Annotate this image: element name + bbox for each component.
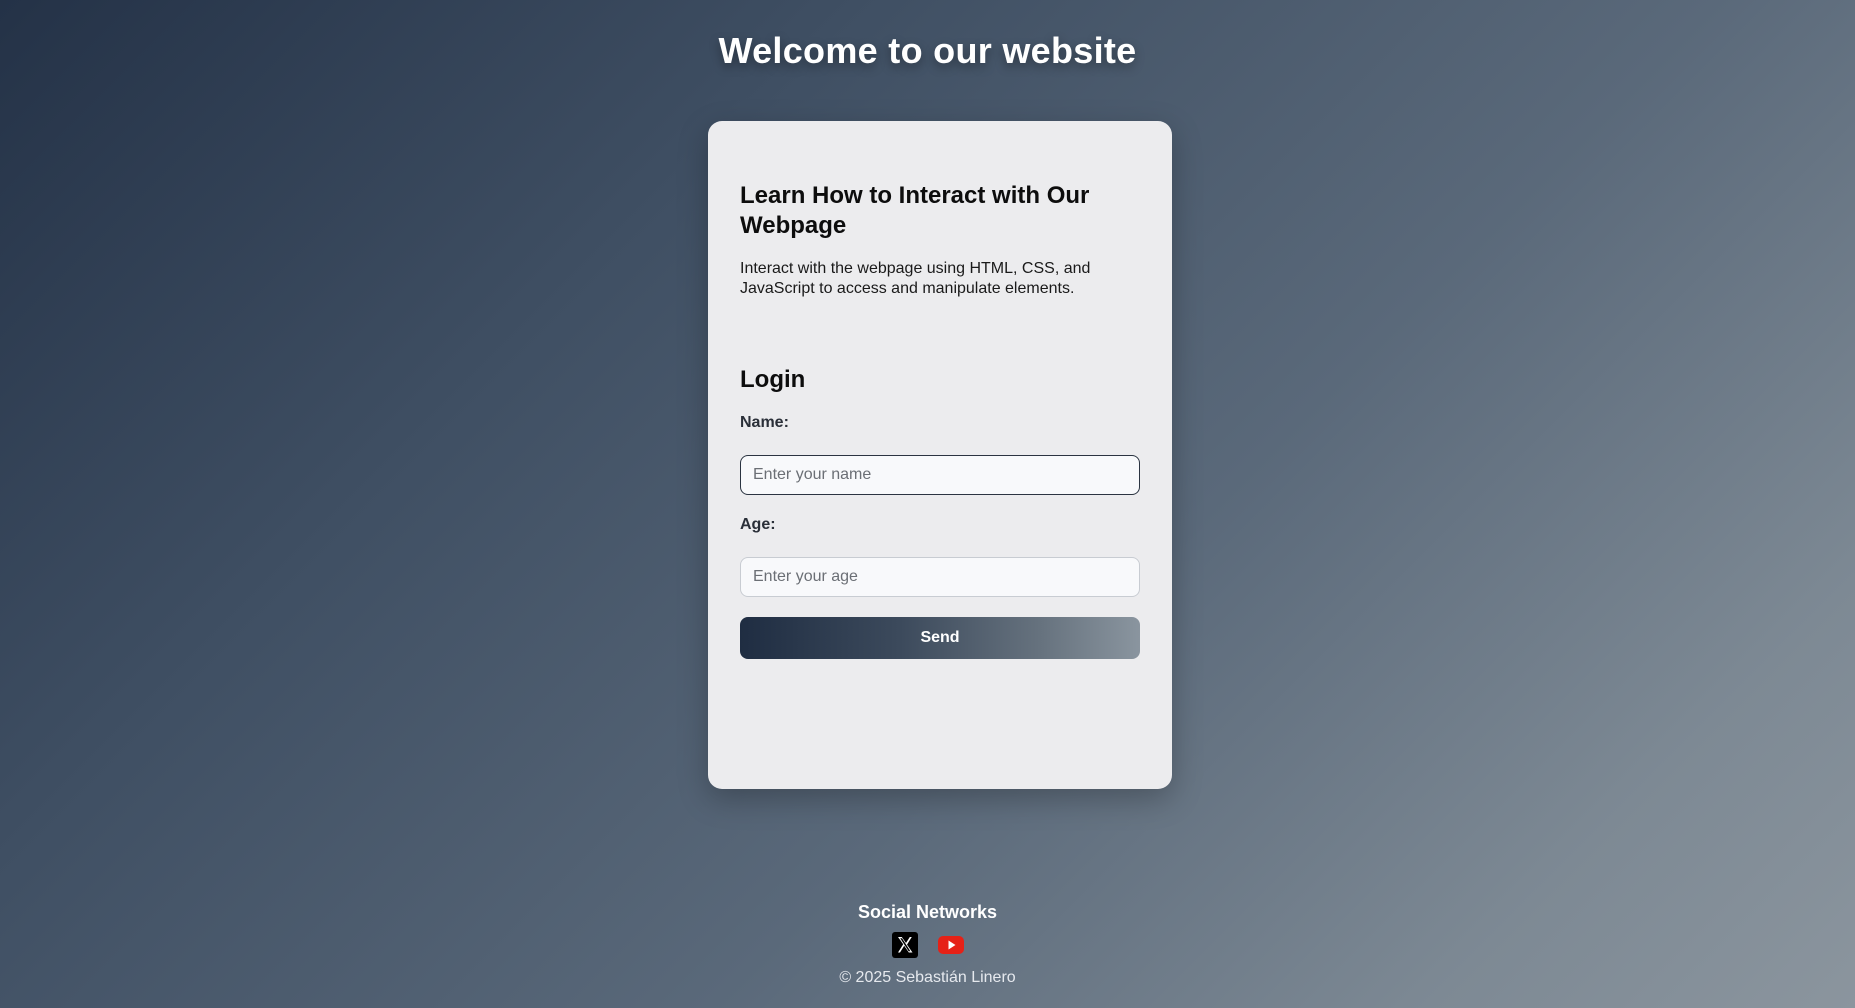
name-input[interactable] [740,455,1140,495]
youtube-link[interactable] [937,932,964,958]
login-heading: Login [740,366,806,393]
copyright: © 2025 Sebastián Linero [839,969,1016,986]
x-icon [891,932,918,958]
youtube-icon [937,936,964,954]
login-card: Learn How to Interact with Our Webpage I… [708,121,1172,789]
name-label: Name: [740,414,789,431]
info-text: Interact with the webpage using HTML, CS… [740,260,1091,297]
send-button[interactable]: Send [740,617,1140,659]
info-heading: Learn How to Interact with Our Webpage [740,182,1090,239]
footer: Social Networks © 2025 Sebastián Linero [0,900,1855,988]
age-input[interactable] [740,557,1140,597]
page-title: Welcome to our website [718,30,1137,71]
social-links [0,932,1855,958]
x-link[interactable] [891,932,918,958]
age-label: Age: [740,516,776,533]
social-networks-title: Social Networks [857,902,998,922]
